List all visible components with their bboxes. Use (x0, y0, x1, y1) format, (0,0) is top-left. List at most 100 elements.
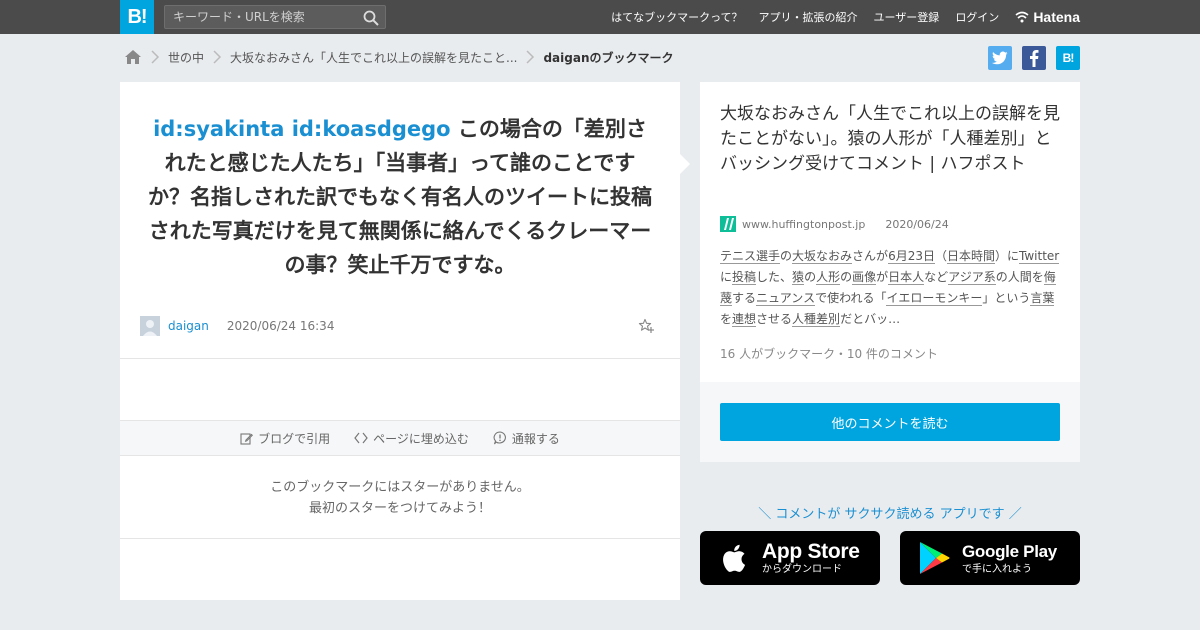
entry-title-link[interactable]: 大坂なおみさん「人生でこれ以上の誤解を見たことがない」。猿の人形が「人種差別」と… (720, 102, 1064, 177)
keyword-link[interactable]: 人形 (816, 270, 841, 285)
bookmark-meta: daigan 2020/06/24 16:34 (140, 316, 660, 336)
summary-text: した、 (756, 270, 793, 284)
facebook-icon (1030, 50, 1039, 67)
app-store-sublabel: からダウンロード (762, 564, 842, 575)
bookmark-datetime: 2020/06/24 16:34 (226, 319, 335, 333)
search-input[interactable] (165, 6, 355, 28)
google-play-badge[interactable]: Google Play で手に入れよう (900, 531, 1080, 585)
twitter-icon (992, 51, 1008, 65)
summary-text: だとバッ… (840, 312, 901, 326)
user-link[interactable]: daigan (168, 319, 209, 333)
keyword-link[interactable]: 連想 (732, 312, 757, 327)
google-play-sublabel: で手に入れよう (962, 564, 1032, 575)
keyword-link[interactable]: ニュアンス (756, 291, 816, 306)
app-store-badge[interactable]: App Store からダウンロード (700, 531, 880, 585)
top-bar: B! はてなブックマークって？ アプリ・拡張の紹介 ユーザー登録 ログイン Ha… (0, 0, 1200, 34)
keyword-link[interactable]: 日本時間 (946, 249, 995, 264)
summary-text: が (876, 270, 889, 284)
summary-text: の (780, 249, 793, 263)
divider (120, 358, 680, 359)
breadcrumb-category[interactable]: 世の中 (168, 49, 204, 66)
nav-register[interactable]: ユーザー登録 (874, 9, 940, 25)
entry-card: 大坂なおみさん「人生でこれ以上の誤解を見たことがない」。猿の人形が「人種差別」と… (700, 82, 1080, 382)
summary-text: させる (756, 312, 793, 326)
summary-text: を (720, 312, 733, 326)
nav-apps[interactable]: アプリ・拡張の紹介 (759, 9, 858, 25)
google-play-icon (920, 542, 950, 574)
entry-domain-link[interactable]: www.huffingtonpost.jp (742, 218, 865, 231)
keyword-link[interactable]: 日本人 (888, 270, 925, 285)
summary-text: の人間を (995, 270, 1044, 284)
read-comments-button[interactable]: 他のコメントを読む (720, 403, 1060, 441)
top-nav: はてなブックマークって？ アプリ・拡張の紹介 ユーザー登録 ログイン Haten… (611, 0, 1080, 34)
app-store-label: App Store (762, 540, 860, 563)
share-buttons: B! (988, 46, 1080, 70)
summary-text: ）に (995, 249, 1020, 263)
entry-card-footer: 他のコメントを読む (700, 382, 1080, 462)
hatena-brand-link[interactable]: Hatena (1015, 9, 1080, 25)
code-icon (354, 432, 368, 444)
summary-text: の (804, 270, 817, 284)
chevron-right-icon (526, 50, 535, 64)
add-star-icon[interactable] (638, 318, 654, 334)
embed-label: ページに埋め込む (373, 431, 469, 446)
hatena-logo-icon (1015, 11, 1029, 23)
app-promo-text[interactable]: ＼ コメントが サクサク読める アプリです ／ (700, 503, 1080, 522)
nav-login[interactable]: ログイン (955, 9, 999, 25)
report-icon (493, 431, 506, 445)
twitter-share-button[interactable] (988, 46, 1012, 70)
hatebu-share-button[interactable]: B! (1056, 46, 1080, 70)
report-button[interactable]: 通報する (493, 430, 560, 447)
huffpost-favicon-icon (720, 216, 736, 232)
google-play-label: Google Play (962, 542, 1057, 561)
embed-button[interactable]: ページに埋め込む (354, 430, 469, 447)
nav-about[interactable]: はてなブックマークって？ (611, 9, 742, 25)
keyword-link[interactable]: テニス選手 (720, 249, 781, 264)
keyword-link[interactable]: イエローモンキー (886, 291, 983, 306)
keyword-link[interactable]: アジア系 (948, 270, 996, 285)
keyword-link[interactable]: 投稿 (732, 270, 757, 285)
keyword-link[interactable]: 言葉 (1030, 291, 1055, 306)
facebook-share-button[interactable] (1022, 46, 1046, 70)
keyword-link[interactable]: 大坂なおみ (792, 249, 853, 264)
edit-icon (240, 432, 254, 445)
comment-text: この場合の「差別されたと感じた人たち」「当事者」って誰のことですか？名指しされた… (148, 117, 652, 277)
keyword-link[interactable]: 画像 (852, 270, 877, 285)
breadcrumb: 世の中 大坂なおみさん「人生でこれ以上の誤解を見たこと... daiganのブッ… (124, 46, 674, 68)
summary-text: で使われる「 (815, 291, 887, 305)
chevron-right-icon (213, 50, 222, 64)
keyword-link[interactable]: 猿 (792, 270, 805, 285)
search-icon[interactable] (363, 10, 379, 26)
hatebu-logo[interactable]: B! (120, 0, 154, 34)
no-star-message: このブックマークにはスターがありません。 最初のスターをつけてみよう！ (120, 477, 680, 519)
breadcrumb-current: daiganのブックマーク (543, 50, 674, 65)
keyword-link[interactable]: 6月23日 (888, 249, 935, 264)
no-star-line1: このブックマークにはスターがありません。 (270, 480, 530, 495)
bookmark-counts: 16 人がブックマーク・10 件のコメント (720, 347, 938, 361)
bookmark-comment: id:syakinta id:koasdgego この場合の「差別されたと感じた… (146, 112, 654, 282)
chevron-right-icon (151, 50, 160, 64)
hatena-brand-text: Hatena (1033, 9, 1080, 25)
bookmark-actions: ブログで引用 ページに埋め込む 通報する (120, 420, 680, 456)
report-label: 通報する (511, 431, 560, 446)
summary-text: の (840, 270, 853, 284)
blog-quote-label: ブログで引用 (258, 431, 331, 446)
summary-text: 」という (982, 291, 1031, 305)
avatar[interactable] (140, 316, 160, 336)
bookmark-card: id:syakinta id:koasdgego この場合の「差別されたと感じた… (120, 82, 690, 600)
entry-source: www.huffingtonpost.jp 2020/06/24 (720, 216, 949, 232)
user-icon (140, 316, 160, 336)
mentioned-ids[interactable]: id:syakinta id:koasdgego (153, 117, 451, 141)
home-icon[interactable] (124, 49, 142, 65)
blog-quote-button[interactable]: ブログで引用 (240, 430, 330, 447)
no-star-line2: 最初のスターをつけてみよう！ (308, 501, 491, 516)
summary-text: （ (934, 249, 947, 263)
summary-text: に (720, 270, 733, 284)
breadcrumb-entry[interactable]: 大坂なおみさん「人生でこれ以上の誤解を見たこと... (230, 49, 517, 66)
search-box (164, 5, 386, 29)
summary-text: する (732, 291, 757, 305)
summary-text: など (924, 270, 949, 284)
keyword-link[interactable]: 人種差別 (792, 312, 841, 327)
keyword-link[interactable]: Twitter (1019, 249, 1060, 264)
divider (120, 538, 680, 539)
